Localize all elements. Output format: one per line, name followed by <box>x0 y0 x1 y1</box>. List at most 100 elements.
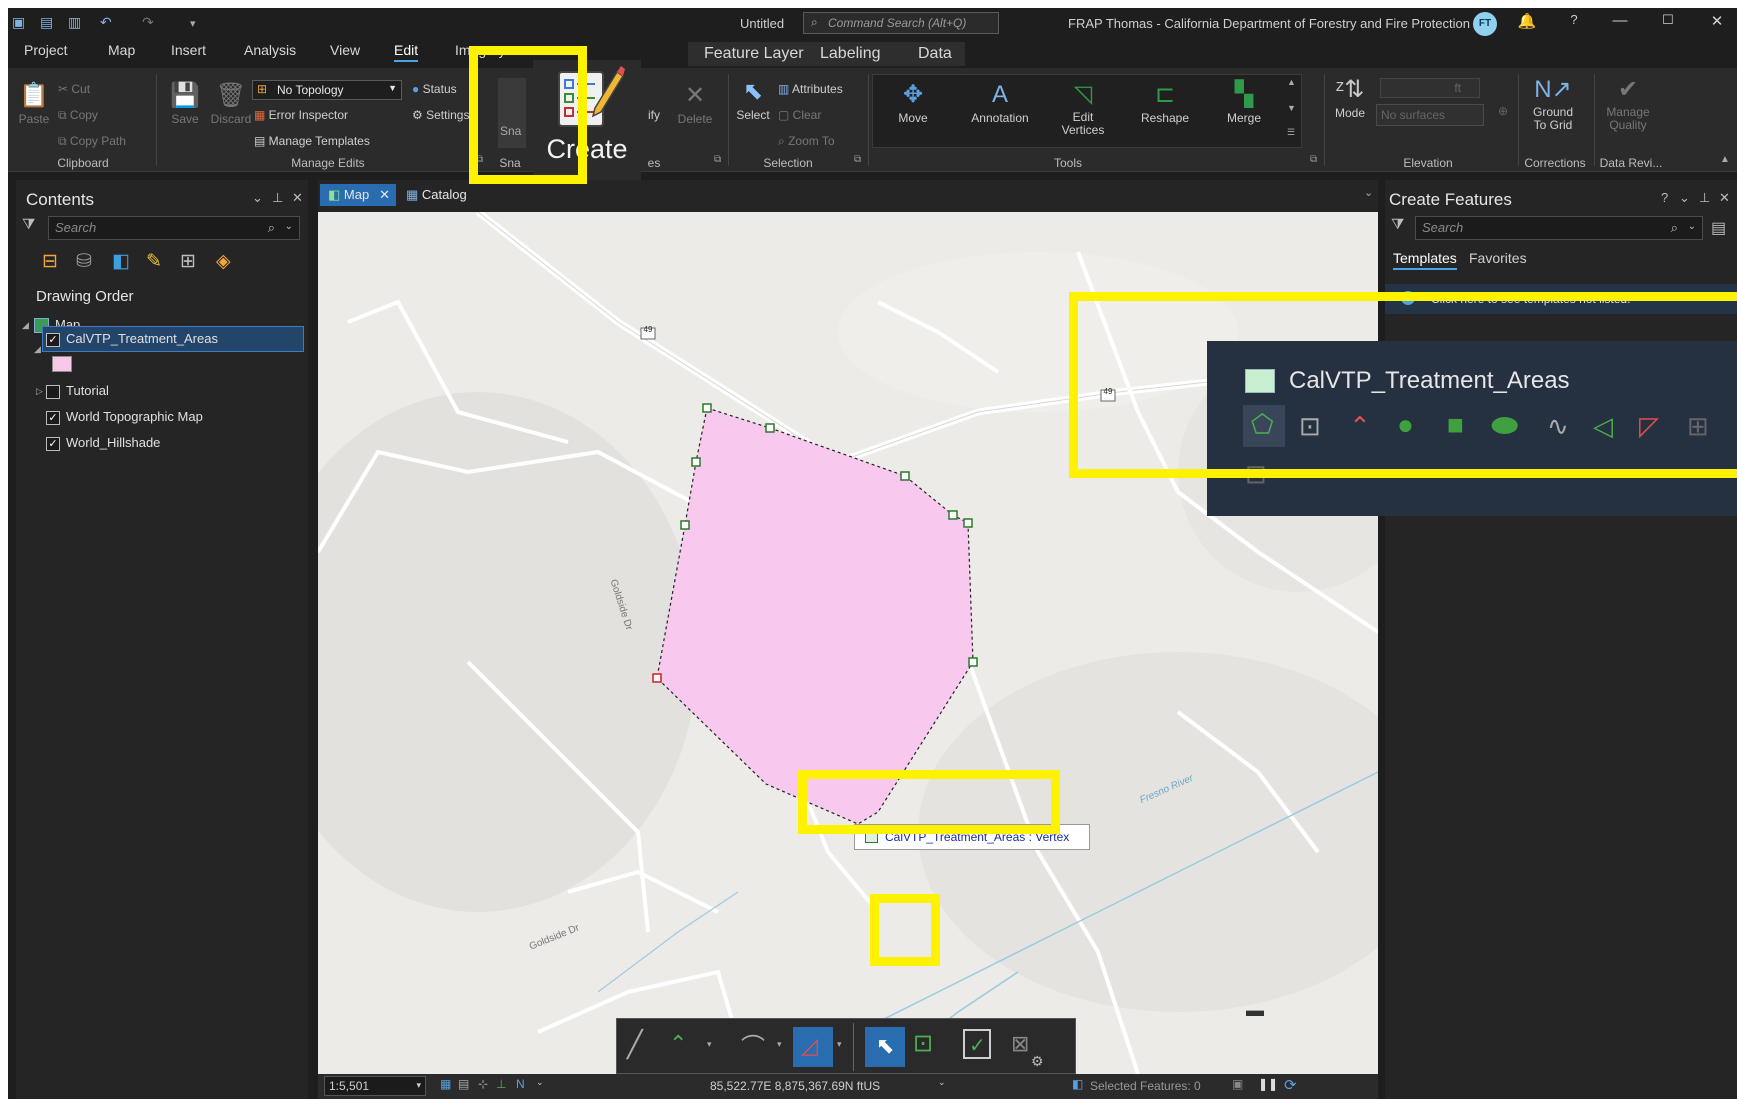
annotation-button[interactable]: A Annotation <box>965 81 1035 125</box>
polygon-tool-button[interactable]: ⬠ <box>1243 405 1285 447</box>
line-icon[interactable]: ╱ <box>627 1029 643 1060</box>
arc-icon[interactable]: ⌒ <box>741 1027 765 1062</box>
cut-button[interactable]: ✂ Cut <box>58 82 90 96</box>
chevron-down-icon[interactable]: ▾ <box>777 1039 782 1050</box>
modify-button[interactable]: ify <box>644 108 664 122</box>
close-icon[interactable]: ✕ <box>1719 190 1730 206</box>
trace-icon[interactable]: ◸ <box>1639 411 1659 442</box>
chevron-down-icon[interactable]: ▾ <box>837 1039 842 1050</box>
gallery-down-icon[interactable]: ▼ <box>1287 103 1296 113</box>
filter-icon[interactable]: ⧩ <box>22 216 35 233</box>
tab-catalog-view[interactable]: ▦ Catalog <box>398 184 488 206</box>
dialog-launcher-icon[interactable]: ⧉ <box>476 154 483 165</box>
snapping-button[interactable]: Sna <box>498 78 526 148</box>
templates-info-bar[interactable]: i Click here to see templates not listed… <box>1385 284 1737 314</box>
filter-icon[interactable]: ⧩ <box>1391 216 1404 233</box>
reshape-button[interactable]: ⊏ Reshape <box>1135 81 1195 125</box>
list-by-labeling-icon[interactable]: ◈ <box>216 250 231 273</box>
list-by-drawing-order-icon[interactable]: ⊟ <box>42 250 58 273</box>
tab-analysis[interactable]: Analysis <box>244 42 296 58</box>
constraints-icon[interactable]: ⊥ <box>496 1077 506 1091</box>
tab-view[interactable]: View <box>330 42 360 58</box>
edit-vertices-button[interactable]: ◹ Edit Vertices <box>1053 81 1113 137</box>
tab-favorites[interactable]: Favorites <box>1469 250 1527 266</box>
right-angle-icon[interactable]: ⌃ <box>1349 411 1371 442</box>
dialog-launcher-icon[interactable]: ⧉ <box>714 154 721 165</box>
maximize-icon[interactable]: ☐ <box>1656 12 1680 34</box>
layer-symbol-swatch[interactable] <box>52 356 72 372</box>
tab-project[interactable]: Project <box>24 42 68 58</box>
chevron-down-icon[interactable]: ▾ <box>707 1039 712 1050</box>
error-inspector-button[interactable]: ▦ Error Inspector <box>254 108 348 122</box>
ellipse-icon[interactable]: ⬬ <box>1491 407 1518 445</box>
tab-data[interactable]: Data <box>918 45 952 63</box>
paste-button[interactable]: 📋 Paste <box>14 82 54 126</box>
split-icon[interactable]: ⊞ <box>1687 411 1709 442</box>
tab-templates[interactable]: Templates <box>1393 250 1457 270</box>
manage-templates-icon[interactable]: ▤ <box>1711 218 1726 238</box>
pin-icon[interactable]: ⊥ <box>272 190 283 206</box>
layer-visibility-checkbox[interactable] <box>46 384 60 399</box>
expand-icon[interactable]: ▷ <box>36 386 43 397</box>
pause-icon[interactable]: ❚❚ <box>1258 1077 1278 1091</box>
circle-icon[interactable]: ● <box>1397 409 1414 441</box>
close-icon[interactable]: ✕ <box>1717 291 1727 305</box>
tab-feature-layer[interactable]: Feature Layer <box>704 45 804 63</box>
square-icon[interactable]: ■ <box>1447 409 1464 441</box>
dialog-launcher-icon[interactable]: ⧉ <box>1310 154 1317 165</box>
layer-visibility-checkbox[interactable]: ✓ <box>46 332 60 347</box>
layer-visibility-checkbox[interactable]: ✓ <box>46 410 60 425</box>
help-icon[interactable]: ? <box>1562 12 1586 34</box>
merge-button[interactable]: ▚ Merge <box>1217 81 1271 125</box>
topology-dropdown[interactable]: ⊞ No Topology ▼ <box>252 80 402 100</box>
autocomplete-polygon-icon[interactable]: ⊡ <box>1245 459 1267 490</box>
collapse-icon[interactable]: ◢ <box>22 320 29 331</box>
tree-item-hillshade[interactable]: ✓ World_Hillshade <box>46 432 160 454</box>
scale-dropdown[interactable]: 1:5,501 ▾ <box>324 1076 426 1096</box>
copy-button[interactable]: ⧉ Copy <box>58 108 98 123</box>
tree-item-tutorial[interactable]: Tutorial <box>46 380 109 402</box>
rectangle-icon[interactable]: ⊡ <box>1299 411 1321 442</box>
customize-icon[interactable]: ▾ <box>190 17 196 30</box>
discard-button[interactable]: 🗑 Discard <box>208 82 254 126</box>
template-name[interactable]: CalVTP_Treatment_Areas <box>1289 367 1570 395</box>
gear-icon[interactable]: ⚙ <box>1031 1053 1044 1070</box>
status-button[interactable]: ● Status <box>412 82 457 96</box>
help-icon[interactable]: ? <box>1661 190 1668 205</box>
table-icon[interactable]: ▤ <box>458 1077 469 1091</box>
continue-feature-button[interactable]: ◿ <box>793 1027 833 1067</box>
chevron-down-icon[interactable]: ⌄ <box>1679 190 1690 206</box>
ground-to-grid-button[interactable]: N↗ Ground To Grid <box>1524 76 1582 132</box>
tree-item-topographic[interactable]: ✓ World Topographic Map <box>46 406 203 428</box>
templates-search-input[interactable]: Search ⌕ ⌄ <box>1415 216 1703 240</box>
tab-map-view[interactable]: ◧ Map ✕ <box>320 184 396 206</box>
finish-sketch-button[interactable]: ✓ <box>955 1025 999 1069</box>
north-icon[interactable]: N <box>516 1077 525 1091</box>
selection-table-icon[interactable]: ▣ <box>1232 1077 1243 1091</box>
attributes-button[interactable]: ▥ Attributes <box>778 82 843 96</box>
tab-labeling[interactable]: Labeling <box>820 45 881 63</box>
chevron-down-icon[interactable]: ⌄ <box>1364 186 1373 199</box>
tab-insert[interactable]: Insert <box>171 42 206 58</box>
tab-imagery[interactable]: Imagery <box>455 42 506 58</box>
open-icon[interactable]: ▤ <box>40 14 53 31</box>
delete-button[interactable]: ✕ Delete <box>674 82 716 126</box>
chevron-down-icon[interactable]: ⌄ <box>938 1077 946 1088</box>
avatar[interactable]: FT <box>1473 12 1497 36</box>
manage-quality-button[interactable]: ✔ Manage Quality <box>1598 76 1658 132</box>
select-button[interactable]: ⬉ Select <box>732 78 774 122</box>
autocomplete-icon[interactable]: ◁ <box>1593 411 1613 442</box>
close-icon[interactable]: ✕ <box>379 187 390 203</box>
manage-templates-button[interactable]: ▤ Manage Templates <box>254 134 370 148</box>
right-angle-line-icon[interactable]: ⌃ <box>669 1031 687 1057</box>
command-search-input[interactable]: ⌕ Command Search (Alt+Q) <box>803 12 999 34</box>
settings-button[interactable]: ⚙ Settings <box>412 108 469 122</box>
tab-edit[interactable]: Edit <box>394 42 419 62</box>
save-icon[interactable]: ▥ <box>68 14 81 31</box>
pin-icon[interactable]: ⊥ <box>1699 190 1710 206</box>
elevation-value-field[interactable]: ft <box>1380 78 1480 98</box>
redo-icon[interactable]: ↷ <box>142 14 154 31</box>
snapping-icon[interactable]: ⊹ <box>478 1077 488 1091</box>
minimize-icon[interactable]: — <box>1608 12 1632 34</box>
delete-sketch-icon[interactable]: ⊠ <box>1011 1031 1029 1057</box>
